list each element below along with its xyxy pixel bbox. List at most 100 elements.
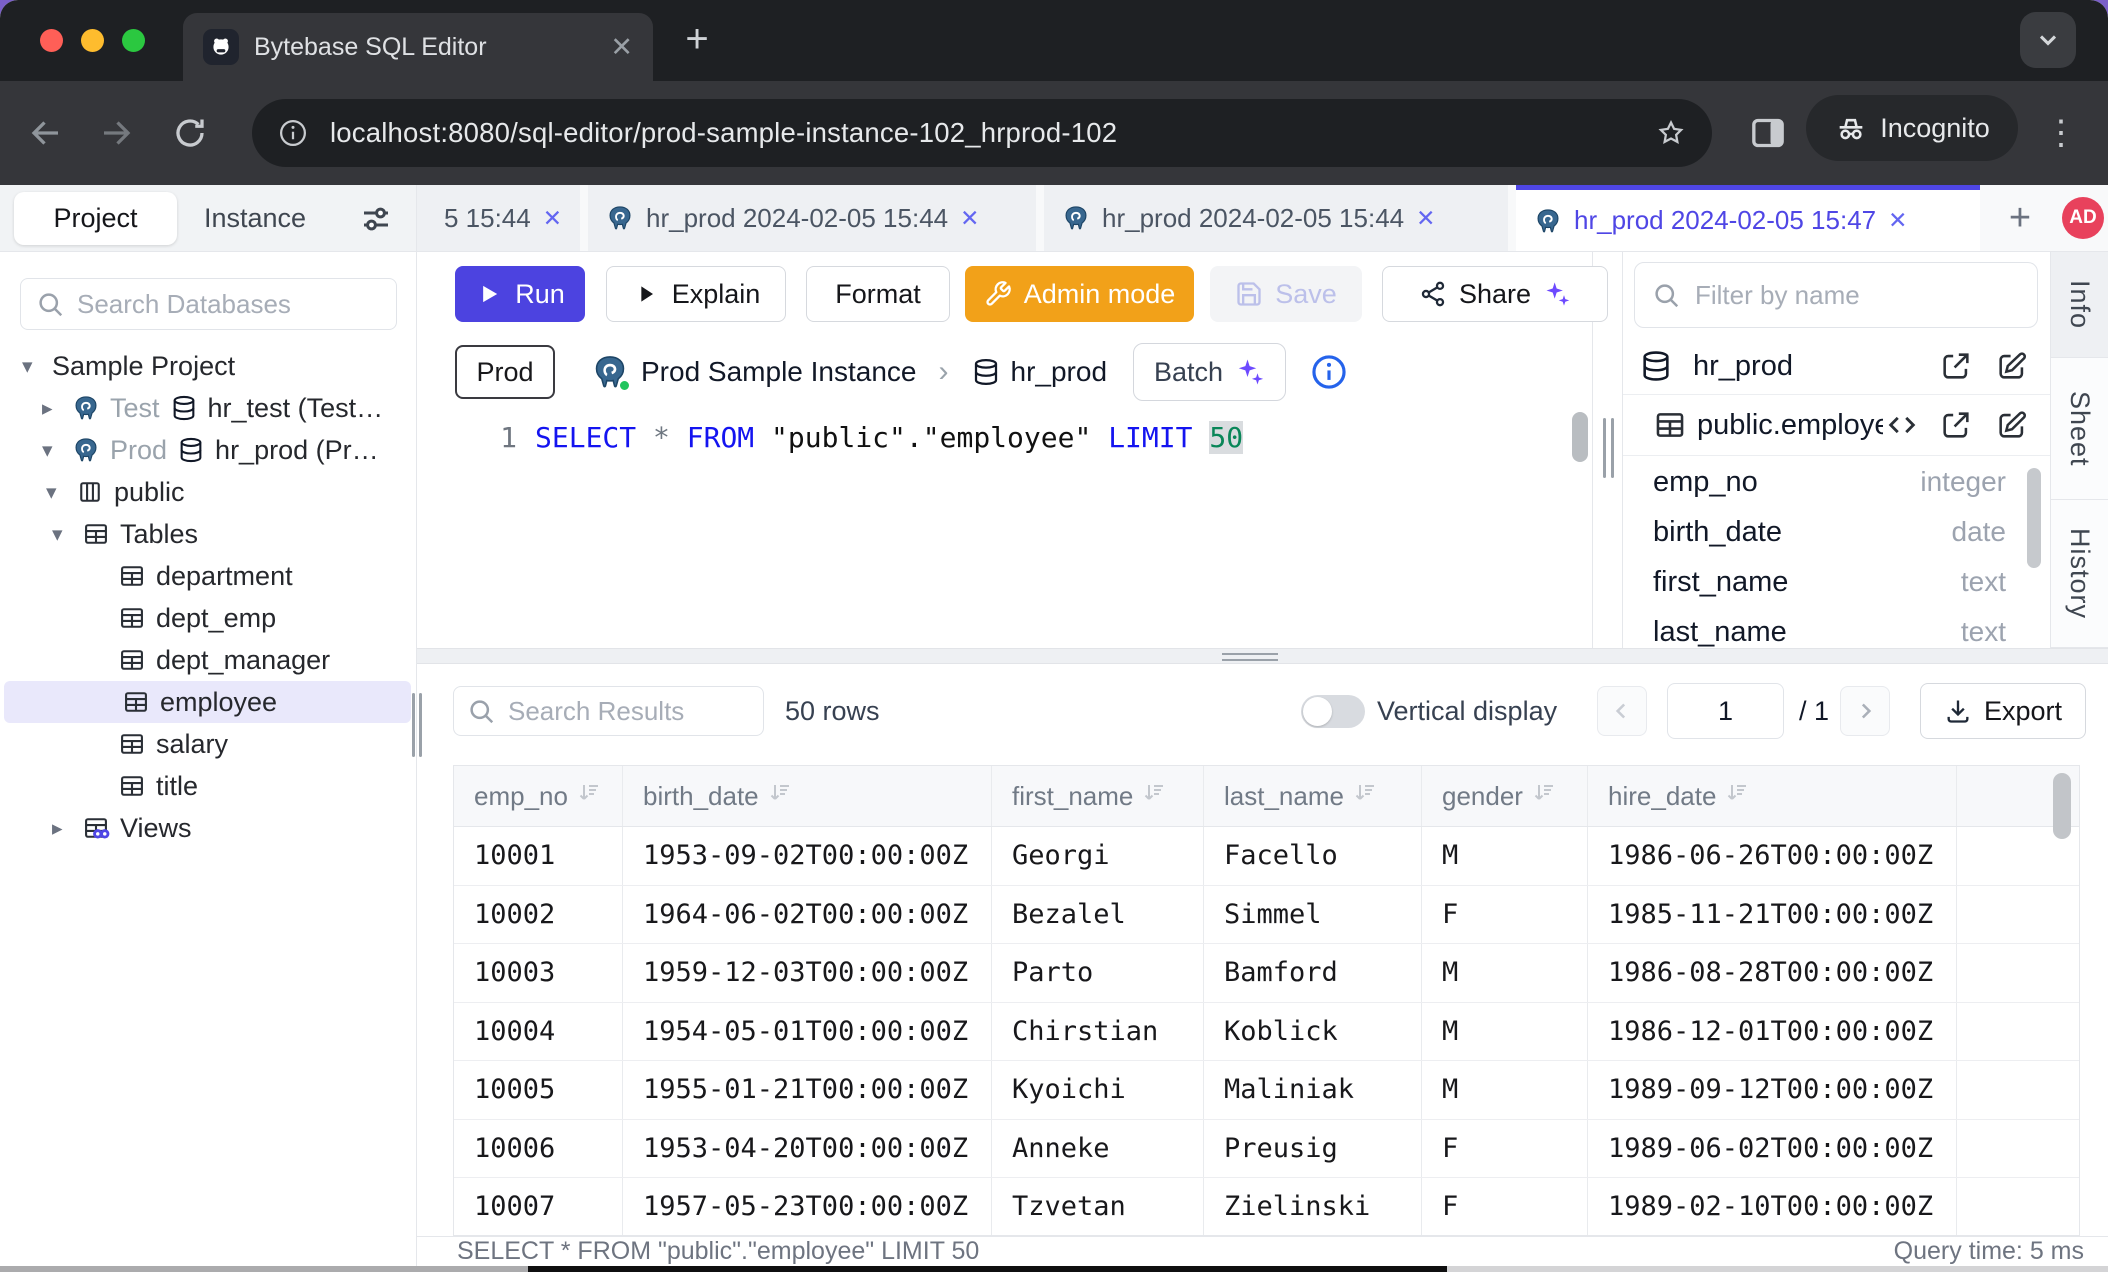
back-button[interactable] <box>28 115 64 151</box>
tree-item-dept_manager[interactable]: dept_manager <box>0 639 415 681</box>
side-panel-icon[interactable] <box>1748 113 1788 153</box>
run-button[interactable]: Run <box>455 266 585 322</box>
column-row[interactable]: first_nametext <box>1623 557 2050 607</box>
filter-settings-icon[interactable] <box>358 201 394 237</box>
tree-item-employee[interactable]: employee <box>4 681 411 723</box>
schema-filter[interactable] <box>1634 262 2038 328</box>
sql-editor[interactable]: 1 SELECT * FROM "public"."employee" LIMI… <box>417 405 1592 648</box>
caret-down-icon[interactable]: ▾ <box>22 354 52 379</box>
tree-item-salary[interactable]: salary <box>0 723 415 765</box>
next-page-button[interactable] <box>1840 686 1890 736</box>
window-close-button[interactable] <box>40 29 63 52</box>
column-header-hire_date[interactable]: hire_date <box>1588 766 1957 826</box>
browser-tab-close-icon[interactable]: ✕ <box>610 32 633 63</box>
results-resize-divider[interactable] <box>417 648 2108 664</box>
caret-down-icon[interactable]: ▾ <box>52 522 82 547</box>
editor-scrollbar[interactable] <box>1572 412 1588 462</box>
format-button[interactable]: Format <box>806 266 950 322</box>
close-icon[interactable]: ✕ <box>960 205 979 232</box>
editor-tab[interactable]: 5 15:44✕ <box>417 185 580 251</box>
tree-item-prod[interactable]: ▾Prodhr_prod (Pr… <box>0 429 415 471</box>
window-minimize-button[interactable] <box>81 29 104 52</box>
tree-item-department[interactable]: department <box>0 555 415 597</box>
sort-icon[interactable] <box>769 781 793 812</box>
external-link-icon[interactable] <box>1939 408 1973 442</box>
tree-item-sample[interactable]: ▾Sample Project <box>0 345 415 387</box>
caret-down-icon[interactable]: ▾ <box>42 438 72 463</box>
tab-project[interactable]: Project <box>14 192 177 245</box>
address-bar[interactable]: localhost:8080/sql-editor/prod-sample-in… <box>252 99 1712 167</box>
schema-filter-input[interactable] <box>1693 279 2021 312</box>
table-row[interactable]: 100061953-04-20T00:00:00ZAnnekePreusigF1… <box>454 1120 2079 1179</box>
tree-item-title[interactable]: title <box>0 765 415 807</box>
schema-table-row[interactable]: public.employee <box>1623 394 2050 456</box>
results-scrollbar[interactable] <box>2045 766 2079 1235</box>
avatar[interactable]: AD <box>2062 197 2104 239</box>
caret-down-icon[interactable]: ▾ <box>46 480 76 505</box>
table-row[interactable]: 100011953-09-02T00:00:00ZGeorgiFacelloM1… <box>454 827 2079 886</box>
column-row[interactable]: emp_nointeger <box>1623 457 2050 507</box>
browser-menu-icon[interactable]: ⋮ <box>2044 105 2078 161</box>
forward-button[interactable] <box>98 115 134 151</box>
browser-tab[interactable]: Bytebase SQL Editor ✕ <box>183 13 653 81</box>
save-button[interactable]: Save <box>1210 266 1362 322</box>
table-row[interactable]: 100031959-12-03T00:00:00ZPartoBamfordM19… <box>454 944 2079 1003</box>
column-header-last_name[interactable]: last_name <box>1204 766 1422 826</box>
sort-icon[interactable] <box>1726 781 1750 812</box>
results-search-input[interactable] <box>506 695 751 728</box>
table-row[interactable]: 100071957-05-23T00:00:00ZTzvetanZielinsk… <box>454 1178 2079 1236</box>
editor-tab[interactable]: hr_prod 2024-02-05 15:44✕ <box>588 185 1036 251</box>
caret-right-icon[interactable]: ▸ <box>52 816 82 841</box>
share-button[interactable]: Share <box>1382 266 1608 322</box>
bookmark-star-icon[interactable] <box>1656 118 1686 148</box>
code-icon[interactable] <box>1885 408 1919 442</box>
window-zoom-button[interactable] <box>122 29 145 52</box>
tree-item-tables[interactable]: ▾Tables <box>0 513 415 555</box>
tree-item-dept_emp[interactable]: dept_emp <box>0 597 415 639</box>
side-tab-sheet[interactable]: Sheet <box>2051 358 2108 500</box>
tab-search-button[interactable] <box>2020 12 2076 68</box>
page-number-input[interactable] <box>1667 683 1784 739</box>
panel-resize-handle[interactable] <box>1603 418 1614 478</box>
sidebar-resize-handle[interactable] <box>412 693 426 757</box>
table-row[interactable]: 100021964-06-02T00:00:00ZBezalelSimmelF1… <box>454 886 2079 945</box>
prev-page-button[interactable] <box>1597 686 1647 736</box>
caret-right-icon[interactable]: ▸ <box>42 396 72 421</box>
editor-tab[interactable]: hr_prod 2024-02-05 15:44✕ <box>1044 185 1508 251</box>
tree-item-test[interactable]: ▸Testhr_test (Test… <box>0 387 415 429</box>
schema-database-row[interactable]: hr_prod <box>1623 338 2050 394</box>
column-header-first_name[interactable]: first_name <box>992 766 1204 826</box>
close-icon[interactable]: ✕ <box>1888 207 1907 234</box>
admin-mode-button[interactable]: Admin mode <box>965 266 1194 322</box>
export-button[interactable]: Export <box>1920 683 2086 739</box>
external-link-icon[interactable] <box>1939 349 1973 383</box>
tree-item-views[interactable]: ▸Views <box>0 807 415 849</box>
edit-icon[interactable] <box>1995 349 2029 383</box>
side-tab-info[interactable]: Info <box>2051 252 2108 358</box>
sort-icon[interactable] <box>1533 781 1557 812</box>
column-header-gender[interactable]: gender <box>1422 766 1588 826</box>
column-header-emp_no[interactable]: emp_no <box>454 766 623 826</box>
new-browser-tab-button[interactable]: + <box>672 16 722 66</box>
sort-icon[interactable] <box>578 781 602 812</box>
info-circle-icon[interactable] <box>1310 353 1348 391</box>
close-icon[interactable]: ✕ <box>1416 205 1435 232</box>
column-header-birth_date[interactable]: birth_date <box>623 766 992 826</box>
table-row[interactable]: 100041954-05-01T00:00:00ZChirstianKoblic… <box>454 1003 2079 1062</box>
database-search[interactable] <box>20 278 397 330</box>
sort-icon[interactable] <box>1143 781 1167 812</box>
reload-button[interactable] <box>172 115 208 151</box>
database-name[interactable]: hr_prod <box>1011 356 1108 388</box>
close-icon[interactable]: ✕ <box>543 205 562 232</box>
sort-icon[interactable] <box>1354 781 1378 812</box>
new-editor-tab-button[interactable]: + <box>2000 185 2040 251</box>
vertical-display-toggle[interactable] <box>1301 695 1365 728</box>
results-search[interactable] <box>453 686 764 736</box>
tab-instance[interactable]: Instance <box>204 185 306 252</box>
schema-scrollbar[interactable] <box>2027 468 2041 568</box>
tree-item-public[interactable]: ▾public <box>0 471 415 513</box>
table-row[interactable]: 100051955-01-21T00:00:00ZKyoichiMaliniak… <box>454 1061 2079 1120</box>
site-info-icon[interactable] <box>278 118 308 148</box>
edit-icon[interactable] <box>1995 408 2029 442</box>
column-row[interactable]: birth_datedate <box>1623 507 2050 557</box>
